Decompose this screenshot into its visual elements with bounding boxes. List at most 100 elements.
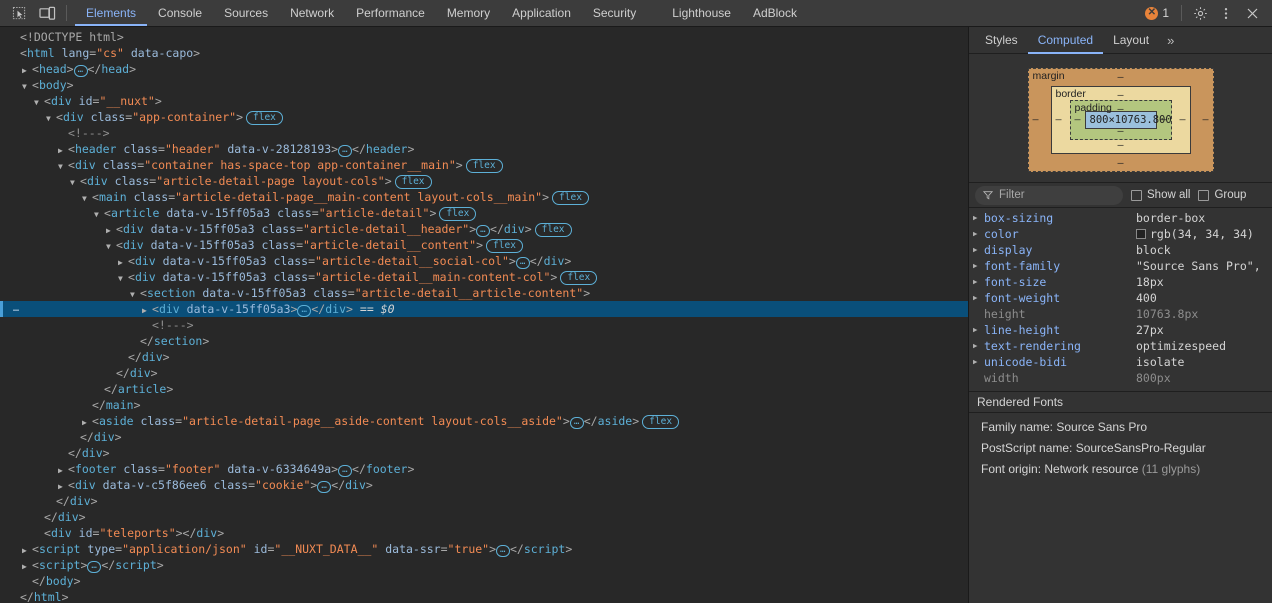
computed-property-row[interactable]: ▶ line-height 27px [969,322,1272,338]
tab-sources[interactable]: Sources [213,0,279,26]
computed-property-row[interactable]: ▶ text-rendering optimizespeed [969,338,1272,354]
dom-node[interactable]: <!DOCTYPE html> [0,29,968,45]
dom-node[interactable]: <!---> [0,125,968,141]
dom-node[interactable]: <div data-v-15ff05a3 class="article-deta… [0,221,968,237]
tab-performance[interactable]: Performance [345,0,436,26]
dom-node[interactable]: <body> [0,77,968,93]
sidebar-tab-layout[interactable]: Layout [1103,27,1159,53]
tab-adblock[interactable]: AdBlock [742,0,808,26]
node-ellipsis-badge[interactable]: … [13,304,20,314]
dom-node[interactable]: <head>…</head> [0,61,968,77]
disclosure-triangle[interactable] [10,591,20,603]
dom-node[interactable]: <div data-v-c5f86ee6 class="cookie">…</d… [0,477,968,493]
dom-node[interactable]: <div id="teleports"></div> [0,525,968,541]
property-disclosure-triangle[interactable]: ▶ [973,258,984,274]
computed-property-row[interactable]: height 10763.8px [969,306,1272,322]
property-disclosure-triangle[interactable]: ▶ [973,210,984,226]
dom-node[interactable]: </article> [0,381,968,397]
dom-node[interactable]: <script type="application/json" id="__NU… [0,541,968,557]
dom-node[interactable]: <aside class="article-detail-page__aside… [0,413,968,429]
tab-memory[interactable]: Memory [436,0,501,26]
computed-property-row[interactable]: width 800px [969,370,1272,386]
computed-property-row[interactable]: ▶ font-family "Source Sans Pro", [969,258,1272,274]
property-disclosure-triangle[interactable]: ▶ [973,274,984,290]
property-disclosure-triangle[interactable]: ▶ [973,290,984,306]
box-model-border[interactable]: border – – – – padding – – – – 800×10763… [1050,86,1191,154]
dom-node[interactable]: <div data-v-15ff05a3 class="article-deta… [0,253,968,269]
border-bottom-value[interactable]: – [1117,140,1123,151]
dom-node[interactable]: </body> [0,573,968,589]
border-right-value[interactable]: – [1179,115,1185,126]
margin-top-value[interactable]: – [1117,72,1123,83]
dom-node[interactable]: <div data-v-15ff05a3 class="article-deta… [0,269,968,285]
dom-node[interactable]: <div data-v-15ff05a3 class="article-deta… [0,237,968,253]
dom-node[interactable]: </div> [0,349,968,365]
dom-node[interactable]: <div class="container has-space-top app-… [0,157,968,173]
computed-property-row[interactable]: ▶ color rgb(34, 34, 34) [969,226,1272,242]
dom-tree-panel[interactable]: <!DOCTYPE html> <html lang="cs" data-capo… [0,27,968,603]
dom-node[interactable]: <header class="header" data-v-28128193>…… [0,141,968,157]
box-model-margin[interactable]: margin – – – – border – – – – padding – … [1027,68,1214,172]
property-disclosure-triangle[interactable]: ▶ [973,322,984,338]
dom-node[interactable]: <main class="article-detail-page__main-c… [0,189,968,205]
margin-bottom-value[interactable]: – [1117,158,1123,169]
filter-input[interactable]: Filter [975,185,1123,205]
dom-node[interactable]: <section data-v-15ff05a3 class="article-… [0,285,968,301]
show-all-checkbox-box[interactable] [1131,189,1142,201]
group-checkbox-box[interactable] [1198,189,1210,201]
margin-left-value[interactable]: – [1033,115,1039,126]
box-model-padding[interactable]: padding – – – – 800×10763.800 [1069,100,1172,140]
tab-console[interactable]: Console [147,0,213,26]
computed-property-row[interactable]: ▶ box-sizing border-box [969,210,1272,226]
property-disclosure-triangle[interactable]: ▶ [973,226,984,242]
dom-node[interactable]: </main> [0,397,968,413]
dom-node[interactable]: </div> [0,445,968,461]
kebab-menu-icon[interactable] [1214,1,1238,25]
dom-node-selected[interactable]: …<div data-v-15ff05a3>…</div> == $0 [0,301,968,317]
dom-node[interactable]: <!---> [0,317,968,333]
sidebar-tab-styles[interactable]: Styles [975,27,1028,53]
property-disclosure-triangle[interactable]: ▶ [973,242,984,258]
dom-node[interactable]: <div id="__nuxt"> [0,93,968,109]
dom-node[interactable]: </div> [0,429,968,445]
error-count-badge[interactable]: ✕ 1 [1139,6,1175,20]
color-swatch-icon[interactable] [1136,229,1146,239]
padding-bottom-value[interactable]: – [1117,126,1123,137]
tab-network[interactable]: Network [279,0,345,26]
dom-node[interactable]: <div class="article-detail-page layout-c… [0,173,968,189]
rendered-fonts-header[interactable]: Rendered Fonts [969,391,1272,413]
computed-property-row[interactable]: ▶ font-size 18px [969,274,1272,290]
dom-node[interactable]: <div class="app-container">flex [0,109,968,125]
close-icon[interactable] [1240,1,1264,25]
inspect-cursor-icon[interactable] [6,1,32,25]
padding-top-value[interactable]: – [1117,104,1123,115]
border-left-value[interactable]: – [1056,115,1062,126]
tab-application[interactable]: Application [501,0,582,26]
dom-node[interactable]: <script>…</script> [0,557,968,573]
double-chevron-right-icon[interactable]: » [1159,27,1182,53]
dom-node[interactable]: <html lang="cs" data-capo> [0,45,968,61]
dom-node[interactable]: </div> [0,493,968,509]
dom-node[interactable]: </div> [0,365,968,381]
tab-elements[interactable]: Elements [75,0,148,26]
tab-lighthouse[interactable]: Lighthouse [661,0,742,26]
show-all-checkbox[interactable]: Show all [1131,189,1190,201]
dom-node[interactable]: </html> [0,589,968,603]
device-toolbar-icon[interactable] [34,1,60,25]
computed-property-row[interactable]: ▶ display block [969,242,1272,258]
dom-node[interactable]: </div> [0,509,968,525]
margin-right-value[interactable]: – [1202,115,1208,126]
property-disclosure-triangle[interactable]: ▶ [973,338,984,354]
group-checkbox[interactable]: Group [1198,189,1246,201]
dom-node[interactable]: <footer class="footer" data-v-6334649a>…… [0,461,968,477]
dom-node[interactable]: <article data-v-15ff05a3 class="article-… [0,205,968,221]
padding-left-value[interactable]: – [1075,115,1081,126]
computed-property-row[interactable]: ▶ unicode-bidi isolate [969,354,1272,370]
padding-right-value[interactable]: – [1160,115,1166,126]
sidebar-tab-computed[interactable]: Computed [1027,27,1104,54]
tab-security[interactable]: Security [582,0,647,26]
computed-property-row[interactable]: ▶ font-weight 400 [969,290,1272,306]
gear-icon[interactable] [1188,1,1212,25]
property-disclosure-triangle[interactable]: ▶ [973,354,984,370]
dom-node[interactable]: </section> [0,333,968,349]
